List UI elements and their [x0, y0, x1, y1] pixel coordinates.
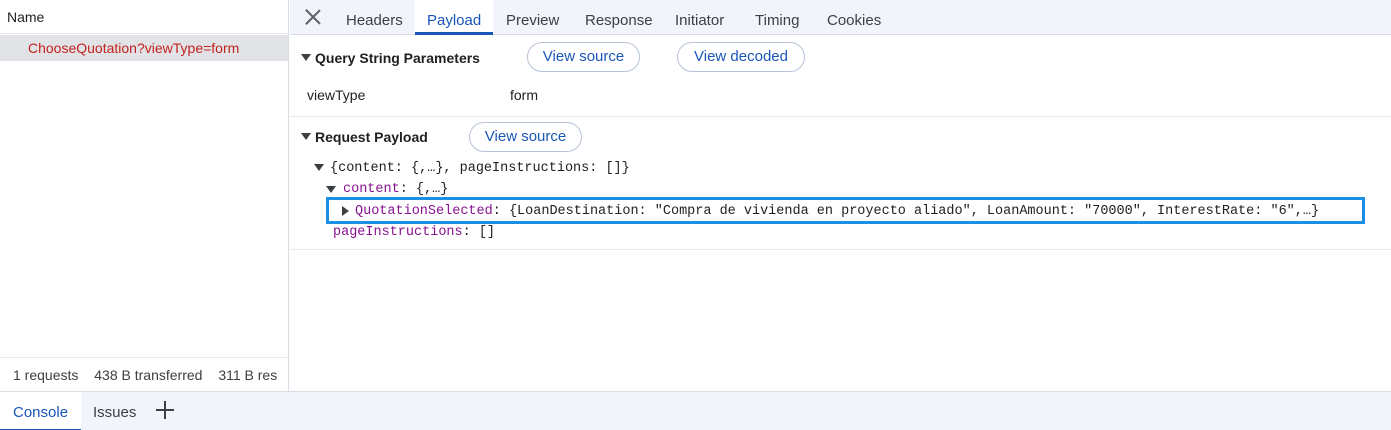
tab-initiator[interactable]: Initiator [675, 0, 724, 35]
highlight-box [326, 197, 1365, 224]
content-node[interactable]: content: {,…} [343, 182, 448, 197]
request-details-panel: Headers Payload Preview Response Initiat… [290, 0, 1391, 391]
content-key: content [343, 182, 400, 197]
expand-content-triangle-icon[interactable] [326, 186, 336, 193]
tab-payload[interactable]: Payload [415, 0, 494, 35]
param-key: viewType [307, 87, 366, 103]
request-row[interactable]: ChooseQuotation?viewType=form [0, 35, 288, 61]
add-tab-icon[interactable] [156, 401, 174, 419]
tab-cookies[interactable]: Cookies [827, 0, 881, 35]
network-status-bar: 1 requests 438 B transferred 311 B res [0, 357, 288, 391]
close-icon[interactable] [304, 8, 322, 26]
query-view-decoded-button[interactable]: View decoded [677, 42, 805, 72]
request-payload-title[interactable]: Request Payload [315, 129, 428, 145]
expand-root-triangle-icon[interactable] [314, 164, 324, 171]
details-tab-bar: Headers Payload Preview Response Initiat… [290, 0, 1391, 35]
name-column-header[interactable]: Name [0, 0, 288, 34]
network-request-list: Name ChooseQuotation?viewType=form 1 req… [0, 0, 289, 391]
tab-headers[interactable]: Headers [346, 0, 403, 35]
content-value: {,…} [415, 182, 449, 197]
collapse-triangle-icon[interactable] [301, 133, 311, 140]
payload-root-summary[interactable]: {content: {,…}, pageInstructions: []} [330, 161, 630, 176]
transferred-size: 438 B transferred [94, 367, 203, 383]
tab-timing[interactable]: Timing [755, 0, 799, 35]
param-value: form [510, 87, 538, 103]
payload-view-source-button[interactable]: View source [469, 122, 582, 152]
query-view-source-button[interactable]: View source [527, 42, 640, 72]
collapse-triangle-icon[interactable] [301, 54, 311, 61]
tab-console[interactable]: Console [0, 392, 82, 430]
page-instructions-key: pageInstructions [333, 225, 463, 240]
page-instructions-value: [] [478, 225, 496, 240]
page-instructions-node[interactable]: pageInstructions: [] [333, 225, 495, 240]
drawer-tab-bar: Console Issues [0, 391, 1391, 430]
query-string-section: Query String Parameters View source View… [290, 35, 1391, 117]
resources-size: 311 B res [218, 367, 278, 383]
request-payload-section: Request Payload View source {content: {,… [290, 117, 1391, 250]
tab-issues[interactable]: Issues [93, 392, 136, 430]
requests-count: 1 requests [13, 367, 79, 383]
tab-response[interactable]: Response [585, 0, 653, 35]
query-string-title[interactable]: Query String Parameters [315, 50, 480, 66]
tab-preview[interactable]: Preview [506, 0, 559, 35]
